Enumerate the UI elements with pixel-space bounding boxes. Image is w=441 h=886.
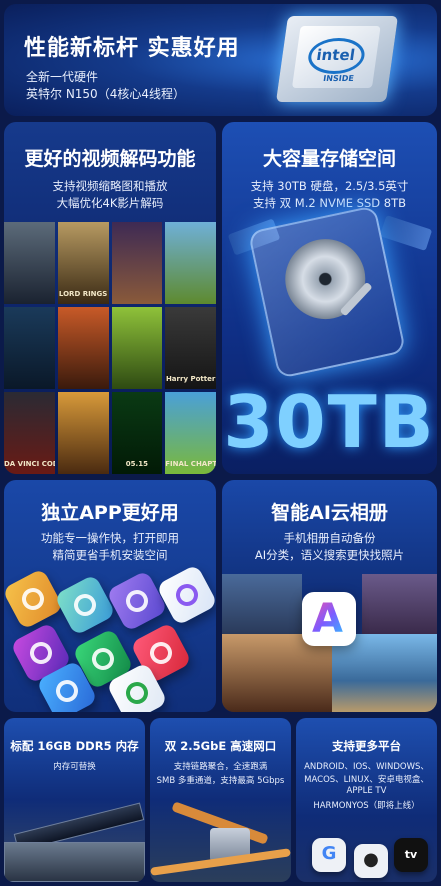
video-line-2: 大幅优化4K影片解码 [56,196,164,210]
video-title: 更好的视频解码功能 [24,148,196,170]
net-line-2: SMB 多重通道，支持最高 5Gbps [156,776,285,786]
ai-line-2: AI分类，语义搜索更快找照片 [254,548,405,562]
apps-line-1: 功能专一操作快，打开即用 [41,531,179,545]
platform-line-1: ANDROID、IOS、WINDOWS、 [304,762,429,772]
intel-logo-text: intel [315,46,357,64]
ai-album-card: 智能AI云相册 手机相册自动备份 AI分类，语义搜索更快找照片 A [222,480,437,712]
platform-line-2: MACOS、LINUX、安卓电视盒、 [304,775,429,785]
movie-poster [4,307,55,389]
movie-poster [165,222,216,304]
apps-line-2: 精简更省手机安装空间 [52,548,168,562]
ram-card: 标配 16GB DDR5 内存 内存可替换 [4,718,145,882]
movie-poster [57,307,109,389]
ai-title: 智能AI云相册 [271,502,388,524]
movie-poster [111,307,163,389]
intel-chip-image: intel INSIDE [275,16,399,102]
net-title: 双 2.5GbE 高速网口 [164,739,277,753]
apps-card: 独立APP更好用 功能专一操作快，打开即用 精简更省手机安装空间 [4,480,216,712]
hero-banner: 性能新标杆 实惠好用 全新一代硬件 英特尔 N150（4核心4线程） intel… [4,4,437,116]
hero-line-1: 全新一代硬件 [26,70,99,84]
ram-title: 标配 16GB DDR5 内存 [10,739,139,753]
photo-thumbnail [362,574,437,634]
net-line-1: 支持链路聚合，全速跑满 [173,762,268,772]
video-decode-card: 更好的视频解码功能 支持视频缩略图和播放 大幅优化4K影片解码 LORD RIN… [4,122,216,474]
photo-thumbnail [222,574,302,634]
movie-poster: LORD RINGS [57,222,109,304]
storage-line-1: 支持 30TB 硬盘，2.5/3.5英寸 [250,179,409,193]
movie-poster: Harry Potter [165,307,216,389]
platforms-card: 支持更多平台 ANDROID、IOS、WINDOWS、 MACOS、LINUX、… [296,718,437,882]
storage-card: 大容量存储空间 支持 30TB 硬盘，2.5/3.5英寸 支持 双 M.2 NV… [222,122,437,474]
movie-poster [57,392,109,474]
ai-album-app-icon: A [302,592,356,646]
intel-inside-text: INSIDE [322,74,355,83]
apple-icon: ● [354,844,388,878]
apple-tv-icon: tv [394,838,428,872]
hero-line-2: 英特尔 N150（4核心4线程） [26,87,185,101]
platform-line-3: APPLE TV [346,786,387,796]
app-icon [53,573,117,637]
network-card: 双 2.5GbE 高速网口 支持链路聚合，全速跑满 SMB 多重通道，支持最高 … [150,718,291,882]
platform-line-4: HARMONYOS（即将上线） [313,801,420,811]
app-icon [155,563,216,627]
storage-title: 大容量存储空间 [262,148,396,170]
hero-title: 性能新标杆 实惠好用 [24,36,240,61]
google-icon: G [312,838,346,872]
app-icon [105,569,169,633]
motherboard-image [4,842,145,882]
movie-poster [111,222,163,304]
movie-poster-grid: LORD RINGS Harry Potter DA VINCI CODE 05… [4,222,216,474]
movie-poster [4,222,55,304]
app-icon [4,567,65,631]
movie-poster: FINAL CHAPTER [165,392,216,474]
movie-poster: 05.15 [111,392,163,474]
video-line-1: 支持视频缩略图和播放 [52,179,168,193]
ram-line-1: 内存可替换 [53,762,96,772]
platform-title: 支持更多平台 [332,739,401,753]
storage-line-2: 支持 双 M.2 NVME SSD 8TB [252,196,406,210]
capacity-big-text: 30TB [223,380,436,464]
ssd-icon [379,215,433,251]
movie-poster: DA VINCI CODE [4,392,55,474]
ai-line-1: 手机相册自动备份 [283,531,376,545]
apps-title: 独立APP更好用 [41,502,179,524]
photo-thumbnail [332,634,437,712]
